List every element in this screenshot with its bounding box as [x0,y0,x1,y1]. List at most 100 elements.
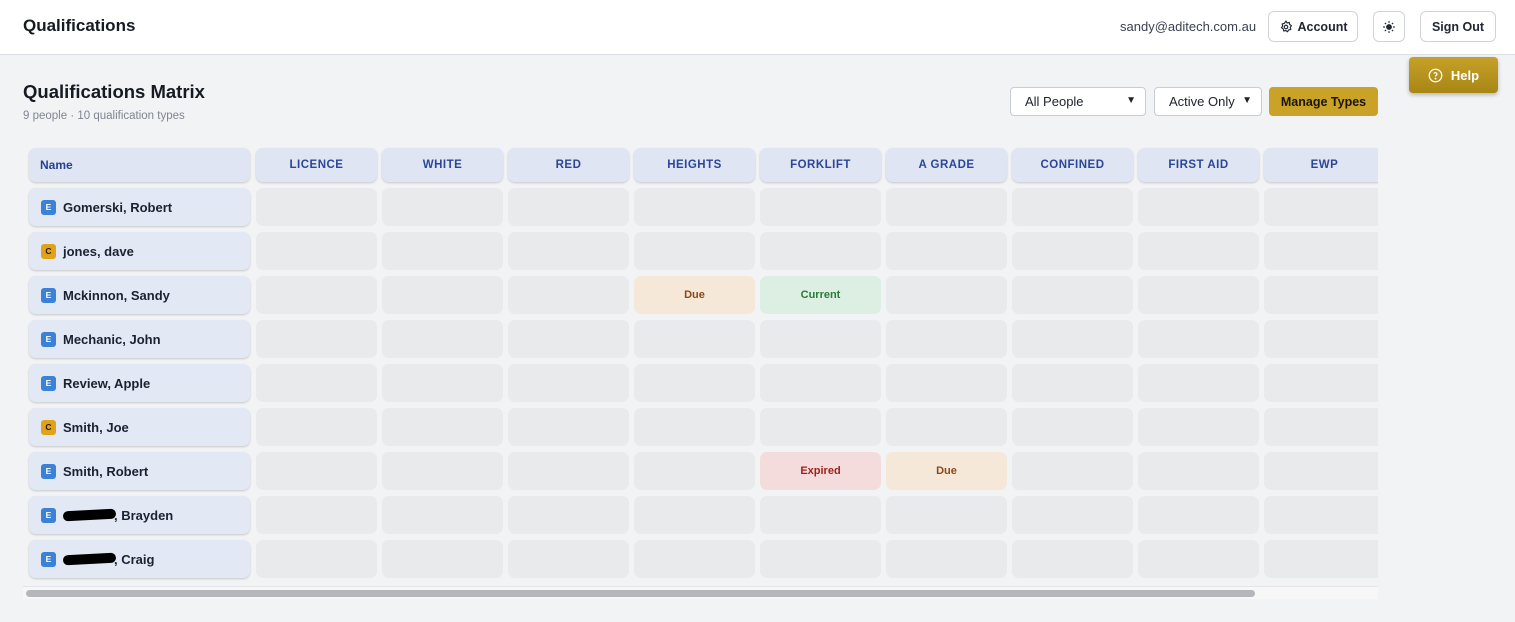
person-name-cell[interactable]: C Smith, Joe [29,408,250,446]
qualification-cell[interactable] [886,232,1007,270]
qualification-cell[interactable] [1264,188,1378,226]
column-header-first-aid[interactable]: FIRST AID [1138,148,1259,182]
qualification-cell[interactable] [1264,276,1378,314]
qualification-cell[interactable] [1012,452,1133,490]
qualification-cell[interactable]: Current [760,276,881,314]
column-header-a-grade[interactable]: A GRADE [886,148,1007,182]
person-name-cell[interactable]: E Smith, Robert [29,452,250,490]
column-header-red[interactable]: RED [508,148,629,182]
qualification-cell[interactable] [1012,364,1133,402]
qualification-cell[interactable] [256,496,377,534]
person-name-cell[interactable]: E Mechanic, John [29,320,250,358]
qualification-cell[interactable] [508,188,629,226]
qualification-cell[interactable] [256,232,377,270]
qualification-cell[interactable] [760,320,881,358]
qualification-cell[interactable]: Due [886,452,1007,490]
person-name-cell[interactable]: E Gomerski, Robert [29,188,250,226]
qualification-cell[interactable] [1012,276,1133,314]
qualification-cell[interactable] [634,364,755,402]
qualification-cell[interactable] [760,364,881,402]
help-button[interactable]: Help [1409,57,1498,93]
theme-toggle-button[interactable] [1373,11,1405,42]
qualification-cell[interactable] [508,540,629,578]
horizontal-scrollbar[interactable] [23,586,1378,599]
account-button[interactable]: Account [1268,11,1358,42]
qualification-cell[interactable] [886,276,1007,314]
people-filter-select[interactable]: All People ▼ [1010,87,1146,116]
qualification-cell[interactable] [634,540,755,578]
qualification-cell[interactable] [256,320,377,358]
sign-out-button[interactable]: Sign Out [1420,11,1496,42]
qualification-cell[interactable] [382,364,503,402]
qualification-cell[interactable] [1264,320,1378,358]
qualification-cell[interactable] [508,408,629,446]
qualification-cell[interactable] [1264,452,1378,490]
qualification-cell[interactable] [1012,320,1133,358]
qualification-cell[interactable] [886,364,1007,402]
person-name-cell[interactable]: E Review, Apple [29,364,250,402]
qualification-cell[interactable] [634,496,755,534]
qualification-cell[interactable] [256,408,377,446]
column-header-ewp[interactable]: EWP [1264,148,1378,182]
qualification-cell[interactable] [886,540,1007,578]
person-name-cell[interactable]: E , Brayden [29,496,250,534]
qualification-cell[interactable] [382,408,503,446]
status-filter-select[interactable]: Active Only ▼ [1154,87,1262,116]
column-header-heights[interactable]: HEIGHTS [634,148,755,182]
qualification-cell[interactable] [1138,452,1259,490]
qualification-cell[interactable] [1012,232,1133,270]
qualification-cell[interactable] [760,408,881,446]
qualification-cell[interactable] [1264,232,1378,270]
qualification-cell[interactable] [886,408,1007,446]
qualification-cell[interactable] [508,364,629,402]
person-name-cell[interactable]: E Mckinnon, Sandy [29,276,250,314]
qualification-cell[interactable] [508,452,629,490]
qualification-cell[interactable] [382,320,503,358]
qualification-cell[interactable] [382,188,503,226]
column-header-confined[interactable]: CONFINED [1012,148,1133,182]
qualification-cell[interactable] [1138,188,1259,226]
qualification-cell[interactable] [1012,496,1133,534]
qualification-cell[interactable] [1138,496,1259,534]
qualification-cell[interactable] [1264,364,1378,402]
qualification-cell[interactable] [886,496,1007,534]
qualification-cell[interactable] [256,452,377,490]
qualification-cell[interactable] [634,320,755,358]
qualification-cell[interactable] [1138,540,1259,578]
qualification-cell[interactable] [382,540,503,578]
qualification-cell[interactable] [634,408,755,446]
qualification-cell[interactable] [1138,320,1259,358]
qualification-cell[interactable] [1264,408,1378,446]
qualification-cell[interactable] [1012,540,1133,578]
qualification-cell[interactable] [382,276,503,314]
scrollbar-thumb[interactable] [26,590,1255,597]
qualification-cell[interactable]: Due [634,276,755,314]
qualification-cell[interactable] [760,496,881,534]
qualification-cell[interactable] [256,540,377,578]
qualification-cell[interactable] [508,232,629,270]
qualification-cell[interactable] [634,452,755,490]
qualification-cell[interactable] [508,276,629,314]
qualification-cell[interactable] [1138,232,1259,270]
column-header-licence[interactable]: LICENCE [256,148,377,182]
qualification-cell[interactable] [256,364,377,402]
manage-types-button[interactable]: Manage Types [1269,87,1378,116]
qualification-cell[interactable] [382,232,503,270]
qualification-cell[interactable] [508,496,629,534]
qualification-cell[interactable] [634,188,755,226]
qualification-cell[interactable] [760,188,881,226]
person-name-cell[interactable]: E , Craig [29,540,250,578]
qualification-cell[interactable] [1138,408,1259,446]
name-column-header[interactable]: Name [29,148,250,182]
qualification-cell[interactable] [1138,276,1259,314]
qualification-cell[interactable] [886,320,1007,358]
qualification-cell[interactable] [1138,364,1259,402]
qualification-cell[interactable] [256,276,377,314]
qualification-cell[interactable] [382,452,503,490]
person-name-cell[interactable]: Cjones, dave [29,232,250,270]
qualification-cell[interactable] [508,320,629,358]
qualification-cell[interactable] [760,232,881,270]
qualification-cell[interactable] [1012,408,1133,446]
qualification-cell[interactable]: Expired [760,452,881,490]
qualification-cell[interactable] [382,496,503,534]
